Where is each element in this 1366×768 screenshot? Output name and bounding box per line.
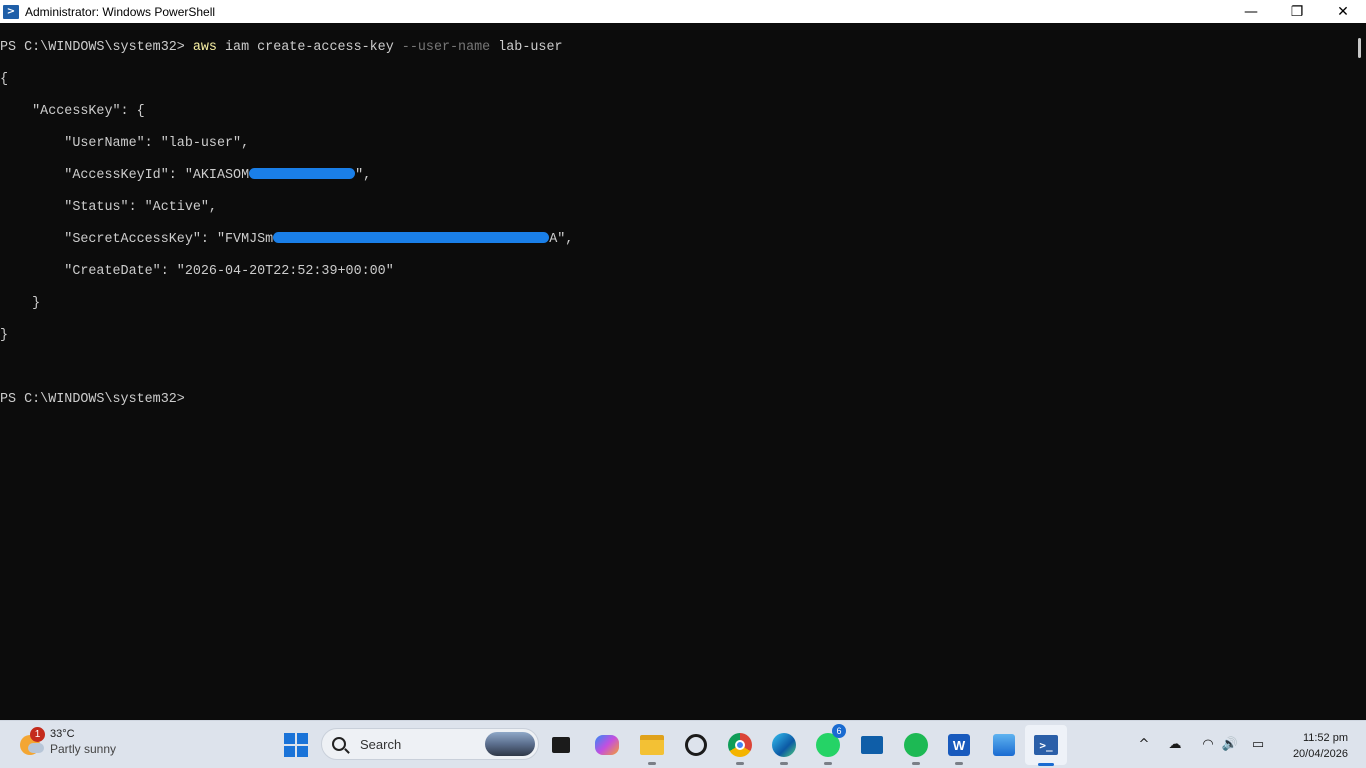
whatsapp-icon[interactable]: 6 <box>813 724 846 765</box>
search-label: Search <box>360 736 402 752</box>
scrollbar-thumb[interactable] <box>1358 38 1361 58</box>
title-bar[interactable]: > Administrator: Windows PowerShell — ❐ … <box>0 0 1366 23</box>
weather-temp: 33°C <box>50 728 75 740</box>
console-scrollbar[interactable] <box>1352 23 1366 720</box>
clock-date: 20/04/2026 <box>1292 748 1348 760</box>
redaction-mark <box>249 167 356 179</box>
whatsapp-badge: 6 <box>832 724 846 738</box>
wifi-icon[interactable]: ◠ <box>1199 735 1217 753</box>
search-highlight-image[interactable] <box>485 732 535 756</box>
command-args: iam create-access-key <box>216 40 402 55</box>
volume-icon[interactable]: 🔊 <box>1221 735 1239 753</box>
photos-icon[interactable] <box>989 730 1019 760</box>
console-area[interactable]: PS C:\WINDOWS\system32> aws iam create-a… <box>0 23 1352 720</box>
powershell-app-icon[interactable]: > <box>3 4 19 19</box>
powershell-icon[interactable]: >_ <box>1031 730 1061 766</box>
output-line-secret-key: "SecretAccessKey": "FVMJSm A", <box>0 231 1352 248</box>
minimize-button[interactable]: — <box>1228 0 1274 23</box>
onedrive-icon[interactable]: ☁ <box>1166 735 1184 753</box>
show-hidden-icons-chevron-icon[interactable]: ^ <box>1135 735 1153 753</box>
output-line: } <box>0 328 9 343</box>
copilot-icon[interactable] <box>592 730 622 760</box>
task-view-icon[interactable] <box>546 730 576 760</box>
word-icon[interactable]: W <box>944 730 974 765</box>
output-line: "UserName": "lab-user", <box>0 136 250 151</box>
taskbar-search[interactable]: Search <box>321 728 539 760</box>
window-controls: — ❐ ✕ <box>1228 0 1366 23</box>
clock[interactable]: 11:52 pm 20/04/2026 <box>1293 730 1348 762</box>
output-line-access-key-id: "AccessKeyId": "AKIASOM ", <box>0 167 1352 184</box>
output-line: "AccessKey": { <box>0 104 145 119</box>
output-line: "CreateDate": "2026-04-20T22:52:39+00:00… <box>0 264 394 279</box>
prompt: PS C:\WINDOWS\system32> <box>0 40 193 55</box>
file-explorer-icon[interactable] <box>637 730 667 765</box>
window-title: Administrator: Windows PowerShell <box>25 4 216 19</box>
clock-time: 11:52 pm <box>1302 732 1348 744</box>
output-line: } <box>0 296 41 311</box>
windows-logo-icon <box>284 733 295 744</box>
command-line: PS C:\WINDOWS\system32> aws iam create-a… <box>0 40 1352 56</box>
command-exe: aws <box>192 40 217 55</box>
output-line: { <box>0 72 9 87</box>
command-param: --user-name <box>401 40 491 55</box>
chrome-icon[interactable] <box>725 730 755 765</box>
edge-icon[interactable] <box>769 730 799 765</box>
output-line: "Status": "Active", <box>0 200 217 215</box>
secret-key-suffix: A", <box>549 232 574 247</box>
close-button[interactable]: ✕ <box>1320 0 1366 23</box>
battery-icon[interactable]: ▭ <box>1249 735 1267 753</box>
spotify-icon[interactable] <box>901 730 931 765</box>
search-icon <box>332 737 346 751</box>
access-key-id-prefix: "AccessKeyId": "AKIASOM <box>0 168 250 183</box>
weather-widget[interactable]: 1 33°C Partly sunny <box>18 727 116 757</box>
redaction-mark <box>273 231 550 243</box>
weather-badge: 1 <box>30 727 45 742</box>
command-args-value: lab-user <box>490 40 563 55</box>
remote-desktop-icon[interactable] <box>857 730 887 760</box>
secret-key-prefix: "SecretAccessKey": "FVMJSm <box>0 232 274 247</box>
access-key-id-suffix: ", <box>355 168 372 183</box>
prompt-line[interactable]: PS C:\WINDOWS\system32> <box>0 392 1352 408</box>
chatgpt-icon[interactable] <box>681 730 711 760</box>
weather-desc: Partly sunny <box>50 742 117 756</box>
taskbar: 1 33°C Partly sunny Search 6 W >_ ^ ☁ ◠ … <box>0 720 1366 768</box>
start-button[interactable] <box>284 733 308 757</box>
maximize-button[interactable]: ❐ <box>1274 0 1320 23</box>
partly-sunny-icon: 1 <box>18 727 45 755</box>
